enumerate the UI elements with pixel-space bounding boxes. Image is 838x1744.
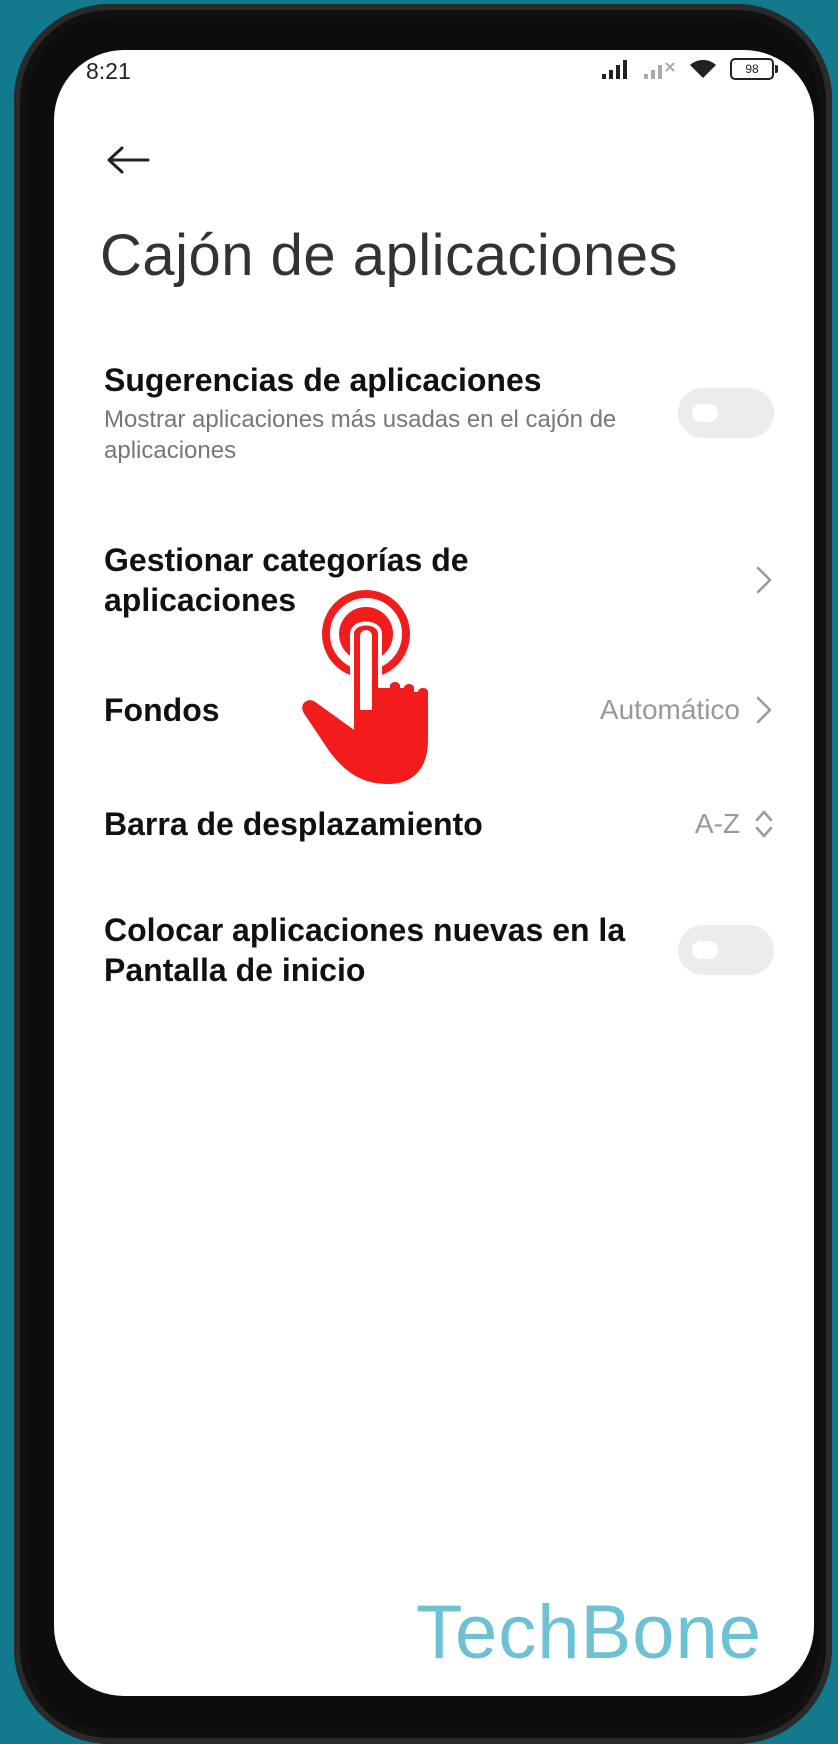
setting-title: Colocar aplicaciones nuevas en la Pantal… (104, 912, 626, 988)
setting-value: Automático (599, 694, 740, 725)
setting-title: Barra de desplazamiento (104, 806, 483, 842)
setting-backgrounds[interactable]: Fondos Automático (104, 690, 774, 730)
setting-subtitle: Mostrar aplicaciones más usadas en el ca… (104, 406, 617, 465)
battery-icon: 98 (730, 58, 778, 80)
techbone-watermark: TechBone (415, 1590, 762, 1675)
back-button[interactable] (98, 130, 158, 190)
app-suggestions-toggle[interactable] (678, 388, 774, 439)
status-bar: 8:21 98 (54, 50, 814, 90)
wifi-icon (690, 59, 716, 78)
page-title: Cajón de aplicaciones (100, 223, 678, 288)
value-wrap: Automático (600, 694, 774, 726)
chevron-right-icon (756, 696, 772, 724)
chevron-up-down-icon (755, 810, 773, 838)
signal-no-service-icon (644, 62, 675, 79)
place-new-apps-toggle[interactable] (678, 925, 774, 975)
setting-manage-categories[interactable]: Gestionar categorías de aplicaciones (104, 540, 774, 620)
setting-scrollbar[interactable]: Barra de desplazamiento A-Z (104, 804, 774, 844)
value-wrap: A-Z (695, 808, 774, 840)
setting-text: Sugerencias de aplicaciones Mostrar apli… (104, 360, 678, 466)
setting-text: Barra de desplazamiento (104, 804, 695, 844)
status-icons: 98 (602, 58, 778, 80)
chevron-right-icon (756, 566, 772, 594)
arrow-left-icon (107, 146, 150, 174)
toggle-knob (692, 941, 718, 959)
tap-hand-icon (298, 590, 432, 789)
phone-screen: 8:21 98 Cajón de aplicaciones Sugerencia… (54, 50, 814, 1696)
signal-icon (602, 60, 627, 79)
setting-text: Colocar aplicaciones nuevas en la Pantal… (104, 910, 678, 990)
setting-value: A-Z (694, 808, 740, 839)
toggle-knob (692, 404, 718, 423)
setting-app-suggestions[interactable]: Sugerencias de aplicaciones Mostrar apli… (104, 360, 774, 466)
setting-place-new-apps[interactable]: Colocar aplicaciones nuevas en la Pantal… (104, 910, 774, 990)
setting-title: Sugerencias de aplicaciones (104, 362, 542, 398)
status-time: 8:21 (86, 58, 131, 84)
